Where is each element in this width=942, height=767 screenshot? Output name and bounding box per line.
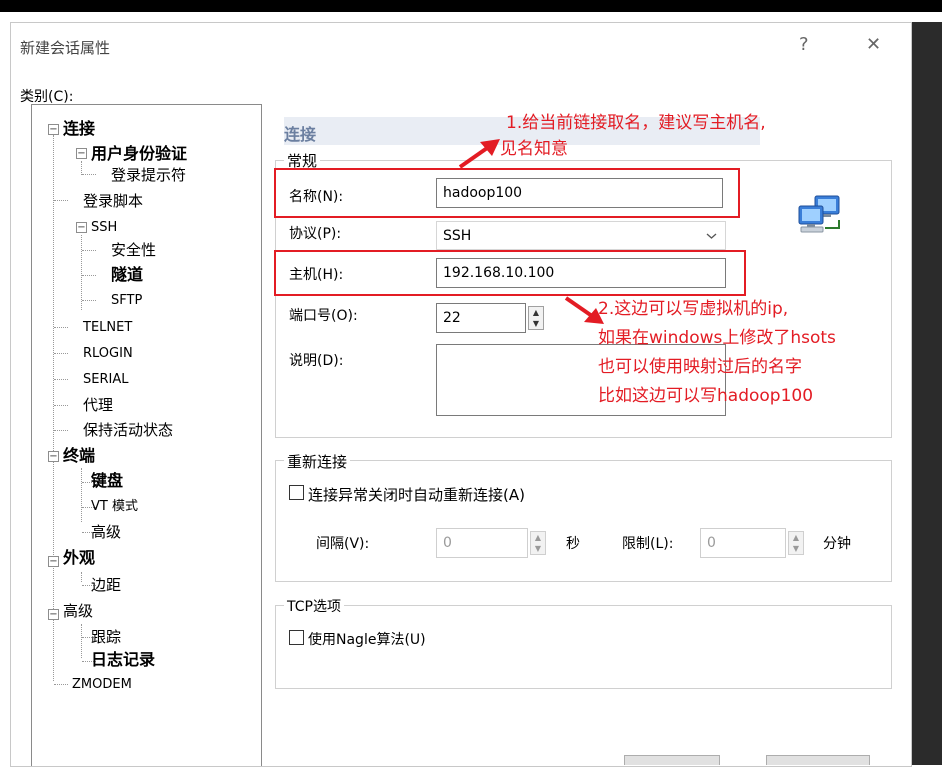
limit-unit: 分钟 (823, 536, 851, 552)
tree-item-sftp[interactable]: SFTP (111, 292, 142, 310)
tree-line (53, 135, 54, 681)
description-label: 说明(D): (289, 353, 344, 369)
interval-label: 间隔(V): (316, 536, 370, 552)
collapse-toggle-advanced[interactable]: − (48, 609, 59, 620)
ok-button[interactable] (624, 755, 720, 765)
tree-line (54, 353, 68, 354)
collapse-toggle-terminal[interactable]: − (48, 451, 59, 462)
tree-line (54, 327, 68, 328)
tree-line (54, 430, 68, 431)
tcp-group-title: TCP选项 (284, 596, 344, 616)
auto-reconnect-checkbox[interactable] (289, 485, 304, 500)
tree-line (81, 161, 82, 175)
protocol-select[interactable]: SSH (436, 221, 726, 250)
tree-item-security[interactable]: 安全性 (111, 241, 156, 259)
tree-item-logging[interactable]: 日志记录 (91, 651, 155, 669)
nagle-checkbox[interactable] (289, 630, 304, 645)
close-button[interactable]: ✕ (866, 34, 881, 55)
tree-item-ssh[interactable]: SSH (91, 219, 117, 237)
background-window-edge (910, 22, 942, 765)
collapse-toggle-connection[interactable]: − (48, 124, 59, 135)
tree-line (81, 572, 82, 582)
tree-item-trace[interactable]: 跟踪 (91, 628, 121, 646)
annotation-note-1-line-1: 1.给当前链接取名，建议写主机名, (506, 113, 766, 133)
chevron-down-icon (706, 233, 717, 239)
tree-item-tunnel[interactable]: 隧道 (111, 266, 143, 284)
section-title: 连接 (284, 125, 317, 144)
cancel-button[interactable] (766, 755, 870, 765)
auto-reconnect-label: 连接异常关闭时自动重新连接(A) (308, 486, 525, 504)
top-border (0, 0, 942, 12)
network-computers-icon (798, 195, 840, 233)
tree-line (81, 235, 82, 310)
nagle-label: 使用Nagle算法(U) (308, 632, 426, 648)
tree-line (54, 684, 68, 685)
annotation-note-2-line-2: 如果在windows上修改了hsots (598, 328, 836, 348)
tree-line (82, 300, 96, 301)
limit-input[interactable]: 0 (700, 528, 786, 558)
interval-input[interactable]: 0 (436, 528, 528, 558)
collapse-toggle-ssh[interactable]: − (76, 222, 87, 233)
reconnect-group-title: 重新连接 (284, 451, 351, 472)
tree-item-telnet[interactable]: TELNET (83, 319, 132, 337)
dialog-title: 新建会话属性 (20, 39, 111, 57)
tree-line (82, 174, 96, 175)
annotation-note-2-line-3: 也可以使用映射过后的名字 (598, 357, 802, 377)
tree-item-login-script[interactable]: 登录脚本 (83, 192, 143, 210)
tree-line (81, 624, 82, 658)
tree-item-rlogin[interactable]: RLOGIN (83, 345, 133, 363)
tree-item-terminal[interactable]: 终端 (63, 447, 95, 465)
annotation-note-2-line-4: 比如这边可以写hadoop100 (598, 386, 814, 406)
tree-line (82, 275, 96, 276)
tree-line (54, 379, 68, 380)
tree-item-vt-mode[interactable]: VT 模式 (91, 498, 138, 516)
category-label: 类别(C): (20, 89, 74, 105)
tree-line (81, 468, 82, 522)
tree-item-margins[interactable]: 边距 (91, 576, 121, 594)
tree-item-serial[interactable]: SERIAL (83, 371, 128, 389)
tree-item-terminal-advanced[interactable]: 高级 (91, 523, 121, 541)
annotation-note-2-line-1: 2.这边可以写虚拟机的ip, (598, 299, 789, 319)
collapse-toggle-user-auth[interactable]: − (76, 148, 87, 159)
port-label: 端口号(O): (289, 308, 358, 324)
help-button[interactable]: ? (799, 34, 809, 55)
tree-item-appearance[interactable]: 外观 (63, 549, 95, 567)
tree-line (82, 250, 96, 251)
protocol-select-value: SSH (443, 228, 472, 244)
port-input[interactable]: 22 (436, 303, 526, 333)
category-tree[interactable]: − − − − − − 连接 用户身份验证 登录提示符 登录脚本 SSH 安全性… (31, 104, 262, 766)
tree-item-user-auth[interactable]: 用户身份验证 (91, 145, 187, 163)
limit-label: 限制(L): (622, 536, 674, 552)
annotation-highlight-host (274, 250, 746, 296)
tree-line (54, 405, 68, 406)
tree-line (54, 200, 68, 201)
collapse-toggle-appearance[interactable]: − (48, 556, 59, 567)
limit-spinner[interactable]: ▲ ▼ (788, 531, 804, 555)
annotation-highlight-name (274, 168, 740, 218)
tree-item-keyboard[interactable]: 键盘 (91, 472, 123, 490)
interval-unit: 秒 (566, 536, 580, 552)
tree-item-advanced[interactable]: 高级 (63, 602, 93, 620)
reconnect-group (275, 460, 892, 582)
tree-item-login-prompts[interactable]: 登录提示符 (111, 166, 186, 184)
annotation-note-1-line-2: 见名知意 (500, 139, 568, 159)
protocol-label: 协议(P): (289, 226, 342, 242)
tree-item-keepalive[interactable]: 保持活动状态 (83, 421, 173, 439)
tree-item-connection[interactable]: 连接 (63, 120, 95, 138)
port-spinner[interactable]: ▲ ▼ (528, 306, 544, 330)
tree-item-proxy[interactable]: 代理 (83, 396, 113, 414)
tree-item-zmodem[interactable]: ZMODEM (72, 676, 132, 694)
annotation-arrow-icon (458, 139, 500, 169)
interval-spinner[interactable]: ▲ ▼ (530, 531, 546, 555)
